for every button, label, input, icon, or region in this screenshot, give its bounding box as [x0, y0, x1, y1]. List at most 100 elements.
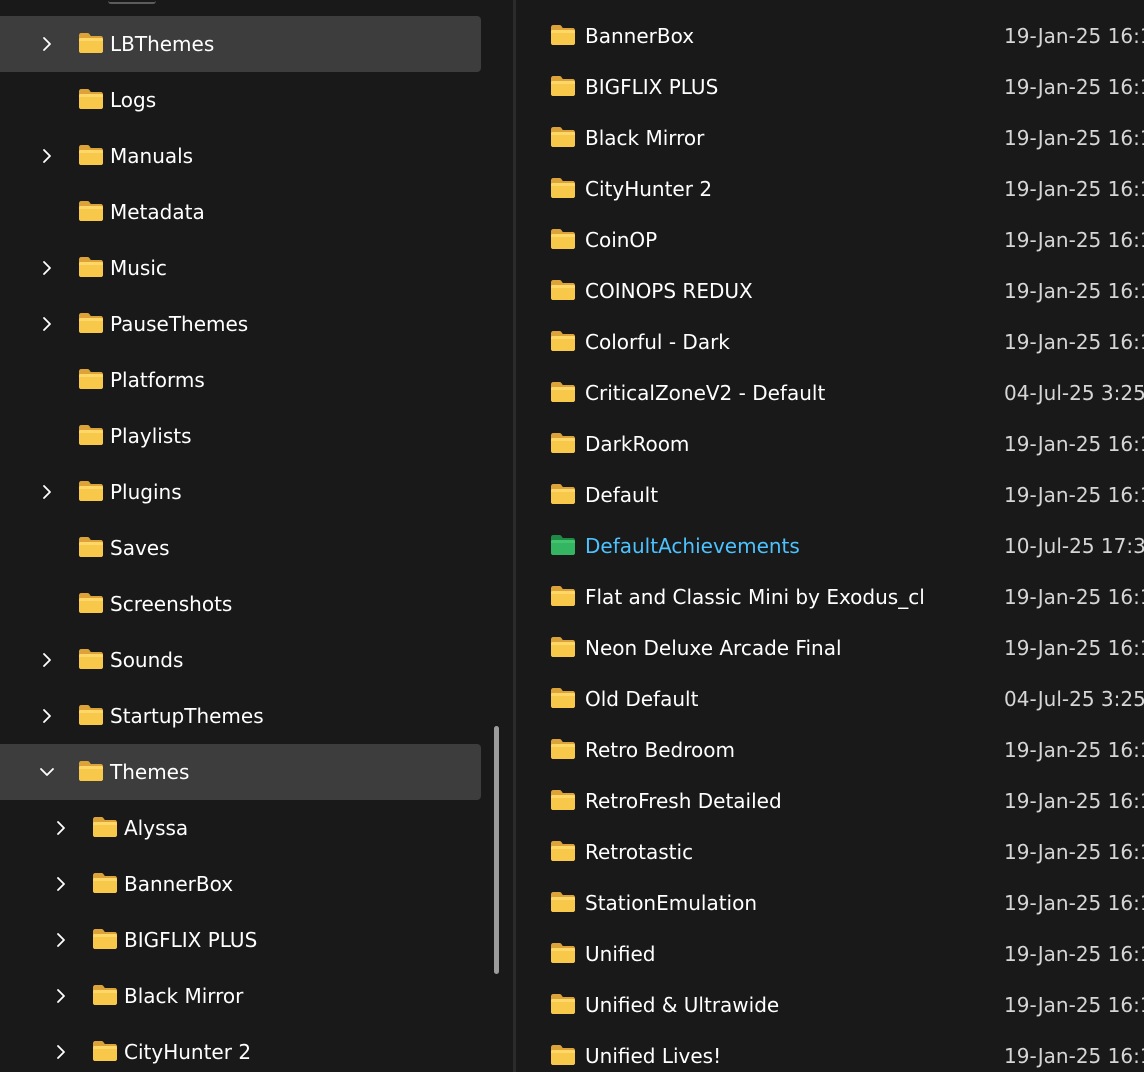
tree-item-label: Plugins [110, 480, 182, 504]
tree-item-bannerbox[interactable]: BannerBox [0, 856, 481, 912]
chevron-right-icon[interactable] [37, 650, 57, 670]
file-row-criticalzonev2-default[interactable]: CriticalZoneV2 - Default 04-Jul-25 3:25 [516, 368, 1144, 419]
file-name: DarkRoom [585, 432, 690, 456]
chevron-right-icon[interactable] [51, 818, 71, 838]
tree-item-label: PauseThemes [110, 312, 249, 336]
file-list: BannerBox 19-Jan-25 16:15 BIGFLIX PLUS 19-J… [516, 11, 1144, 1072]
chevron-right-icon[interactable] [51, 1042, 71, 1062]
file-name: Neon Deluxe Arcade Final [585, 636, 842, 660]
chevron-right-icon[interactable] [51, 874, 71, 894]
file-row-retro-bedroom[interactable]: Retro Bedroom 19-Jan-25 16:15 [516, 725, 1144, 776]
folder-icon [78, 256, 104, 278]
folder-icon [550, 381, 576, 403]
file-row-defaultachievements[interactable]: DefaultAchievements 10-Jul-25 17:37 [516, 521, 1144, 572]
file-date-modified: 19-Jan-25 16:15 [1004, 75, 1144, 99]
tree-item-themes[interactable]: Themes [0, 744, 481, 800]
folder-icon [550, 483, 576, 505]
folder-icon [550, 738, 576, 760]
folder-icon [92, 816, 118, 838]
folder-icon [550, 432, 576, 454]
file-date-modified: 04-Jul-25 3:25 [1004, 381, 1144, 405]
file-row-unified-ultrawide[interactable]: Unified & Ultrawide 19-Jan-25 16:19 [516, 980, 1144, 1031]
file-row-coinops-redux[interactable]: COINOPS REDUX 19-Jan-25 16:15 [516, 266, 1144, 317]
tree-item-black-mirror[interactable]: Black Mirror [0, 968, 481, 1024]
navigation-scrollbar-thumb[interactable] [494, 726, 499, 974]
chevron-right-icon[interactable] [51, 986, 71, 1006]
file-name: Flat and Classic Mini by Exodus_cl [585, 585, 925, 609]
file-row-flat-and-classic-mini-by-exodus-cl[interactable]: Flat and Classic Mini by Exodus_cl 19-Jan… [516, 572, 1144, 623]
file-row-neon-deluxe-arcade-final[interactable]: Neon Deluxe Arcade Final 19-Jan-25 16:15 [516, 623, 1144, 674]
tree-item-lbthemes[interactable]: LBThemes [0, 16, 481, 72]
tree-item-logs[interactable]: Logs [0, 72, 481, 128]
tree-item-platforms[interactable]: Platforms [0, 352, 481, 408]
file-row-colorful-dark[interactable]: Colorful - Dark 19-Jan-25 16:15 [516, 317, 1144, 368]
tree-item-startupthemes[interactable]: StartupThemes [0, 688, 481, 744]
file-date-modified: 19-Jan-25 16:15 [1004, 24, 1144, 48]
chevron-right-icon[interactable] [51, 930, 71, 950]
tree-item-playlists[interactable]: Playlists [0, 408, 481, 464]
chevron-right-icon[interactable] [37, 706, 57, 726]
file-date-modified: 19-Jan-25 16:15 [1004, 840, 1144, 864]
tree-item-cityhunter-2[interactable]: CityHunter 2 [0, 1024, 481, 1072]
tree-item-alyssa[interactable]: Alyssa [0, 800, 481, 856]
tree-item-label: Logs [110, 88, 157, 112]
tree-item-saves[interactable]: Saves [0, 520, 481, 576]
tree-item-label: Platforms [110, 368, 205, 392]
chevron-right-icon[interactable] [37, 146, 57, 166]
tree-item-screenshots[interactable]: Screenshots [0, 576, 481, 632]
tree-item-label: StartupThemes [110, 704, 264, 728]
folder-icon [550, 279, 576, 301]
tree-item-label: Music [110, 256, 167, 280]
file-row-retrotastic[interactable]: Retrotastic 19-Jan-25 16:15 [516, 827, 1144, 878]
file-date-modified: 19-Jan-25 16:15 [1004, 789, 1144, 813]
navigation-pane[interactable]: LBThemes Logs Manuals Metadata Music PauseThe… [0, 0, 513, 1072]
tree-item-manuals[interactable]: Manuals [0, 128, 481, 184]
file-row-default[interactable]: Default 19-Jan-25 16:15 [516, 470, 1144, 521]
tree-item-plugins[interactable]: Plugins [0, 464, 481, 520]
file-row-unified[interactable]: Unified 19-Jan-25 16:15 [516, 929, 1144, 980]
chevron-right-icon[interactable] [37, 482, 57, 502]
folder-icon [78, 424, 104, 446]
file-name: Default [585, 483, 659, 507]
tree-item-label: Screenshots [110, 592, 233, 616]
green-folder-icon [550, 534, 576, 556]
file-date-modified: 19-Jan-25 16:15 [1004, 483, 1144, 507]
folder-icon [550, 789, 576, 811]
folder-icon [92, 872, 118, 894]
file-row-unified-lives[interactable]: Unified Lives! 19-Jan-25 16:19 [516, 1031, 1144, 1072]
chevron-right-icon[interactable] [37, 34, 57, 54]
file-row-coinop[interactable]: CoinOP 19-Jan-25 16:15 [516, 215, 1144, 266]
file-row-darkroom[interactable]: DarkRoom 19-Jan-25 16:15 [516, 419, 1144, 470]
tree-item-music[interactable]: Music [0, 240, 481, 296]
file-date-modified: 19-Jan-25 16:15 [1004, 330, 1144, 354]
file-row-retrofresh-detailed[interactable]: RetroFresh Detailed 19-Jan-25 16:15 [516, 776, 1144, 827]
tree-item-metadata[interactable]: Metadata [0, 184, 481, 240]
tree-item-label: Sounds [110, 648, 184, 672]
tree-item-label: LBThemes [110, 32, 215, 56]
tree-item-sounds[interactable]: Sounds [0, 632, 481, 688]
file-name: RetroFresh Detailed [585, 789, 782, 813]
file-row-bigflix-plus[interactable]: BIGFLIX PLUS 19-Jan-25 16:15 [516, 62, 1144, 113]
file-name: Black Mirror [585, 126, 705, 150]
chevron-right-icon[interactable] [37, 258, 57, 278]
chevron-right-icon[interactable] [37, 314, 57, 334]
file-row-stationemulation[interactable]: StationEmulation 19-Jan-25 16:15 [516, 878, 1144, 929]
chevron-down-icon[interactable] [37, 762, 57, 782]
folder-icon [78, 144, 104, 166]
folder-icon [550, 1044, 576, 1066]
tree-item-pausethemes[interactable]: PauseThemes [0, 296, 481, 352]
folder-icon [92, 1040, 118, 1062]
folder-icon [78, 368, 104, 390]
tree-item-label: Themes [110, 760, 190, 784]
file-row-cityhunter-2[interactable]: CityHunter 2 19-Jan-25 16:15 [516, 164, 1144, 215]
folder-icon [550, 330, 576, 352]
file-name: BannerBox [585, 24, 695, 48]
content-pane[interactable]: BannerBox 19-Jan-25 16:15 BIGFLIX PLUS 19-J… [516, 0, 1144, 1072]
file-date-modified: 19-Jan-25 16:15 [1004, 126, 1144, 150]
file-date-modified: 19-Jan-25 16:15 [1004, 585, 1144, 609]
file-row-black-mirror[interactable]: Black Mirror 19-Jan-25 16:15 [516, 113, 1144, 164]
tree-item-label: Metadata [110, 200, 205, 224]
file-row-old-default[interactable]: Old Default 04-Jul-25 3:25 [516, 674, 1144, 725]
tree-item-bigflix-plus[interactable]: BIGFLIX PLUS [0, 912, 481, 968]
file-row-bannerbox[interactable]: BannerBox 19-Jan-25 16:15 [516, 11, 1144, 62]
